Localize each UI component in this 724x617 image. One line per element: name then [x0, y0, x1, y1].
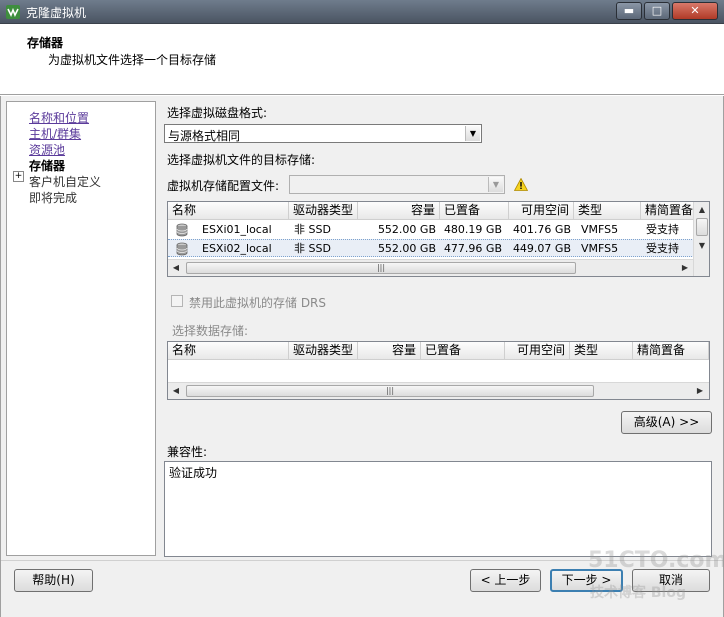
col-provisioned[interactable]: 已置备 — [440, 202, 509, 220]
compatibility-result: 验证成功 — [164, 461, 712, 557]
disk-format-value: 与源格式相同 — [168, 129, 241, 143]
select-datastore-table: 名称 驱动器类型 容量 已置备 可用空间 类型 精简置备 ◀ ||| ▶ — [167, 341, 710, 400]
scrollbar-thumb[interactable] — [696, 218, 708, 236]
window-title: 克隆虚拟机 — [26, 6, 87, 20]
col-provisioned: 已置备 — [421, 342, 505, 360]
datastore-icon — [176, 223, 188, 237]
cell-free-space: 449.07 GB — [512, 242, 571, 255]
col-thin-provisioning: 精简置备 — [633, 342, 709, 360]
cell-capacity: 552.00 GB — [377, 223, 436, 236]
col-free-space: 可用空间 — [505, 342, 570, 360]
maximize-button[interactable]: □ — [644, 2, 670, 20]
datastore-icon — [176, 242, 188, 256]
cell-free-space: 401.76 GB — [512, 223, 571, 236]
step-host-cluster[interactable]: 主机/群集 — [29, 125, 81, 142]
select-datastore-header: 名称 驱动器类型 容量 已置备 可用空间 类型 精简置备 — [168, 342, 709, 360]
wizard-steps-pane: 名称和位置 主机/群集 资源池 存储器 + 客户机自定义 即将完成 — [6, 101, 156, 556]
cell-provisioned: 480.19 GB — [443, 223, 502, 236]
cell-provisioned: 477.96 GB — [443, 242, 502, 255]
cell-drive-type: 非 SSD — [294, 223, 331, 236]
scrollbar-thumb: ||| — [186, 385, 594, 397]
col-type[interactable]: 类型 — [574, 202, 641, 220]
datastore-table-header: 名称 驱动器类型 容量 已置备 可用空间 类型 精简置备 — [168, 202, 694, 220]
col-name[interactable]: 名称 — [168, 202, 289, 220]
col-thin-provisioning[interactable]: 精简置备 — [641, 202, 694, 220]
table-row[interactable]: ESXi01_local 非 SSD 552.00 GB 480.19 GB 4… — [168, 221, 694, 239]
storage-profile-select: ▼ — [289, 175, 505, 194]
table-row-selected[interactable]: ESXi02_local 非 SSD 552.00 GB 477.96 GB 4… — [168, 239, 694, 257]
watermark-subtitle: 技术博客 Blog — [590, 585, 686, 601]
col-capacity[interactable]: 容量 — [358, 202, 440, 220]
col-type: 类型 — [570, 342, 633, 360]
scroll-right-icon: ▶ — [696, 386, 704, 395]
col-capacity: 容量 — [358, 342, 421, 360]
compatibility-value: 验证成功 — [169, 466, 218, 480]
horizontal-scrollbar[interactable]: ◀ ||| ▶ — [168, 259, 694, 276]
window-titlebar: 克隆虚拟机 ▬ □ ✕ — [0, 0, 724, 24]
cell-capacity: 552.00 GB — [377, 242, 436, 255]
target-storage-label: 选择虚拟机文件的目标存储: — [167, 153, 316, 167]
scroll-left-icon[interactable]: ◀ — [168, 260, 184, 276]
datastore-table: 名称 驱动器类型 容量 已置备 可用空间 类型 精简置备 ESXi01_loca… — [167, 201, 710, 277]
step-guest-customization: 客户机自定义 — [29, 175, 102, 189]
cell-drive-type: 非 SSD — [294, 242, 331, 255]
disable-drs-checkbox — [171, 295, 183, 307]
scroll-right-icon[interactable]: ▶ — [677, 260, 693, 276]
wizard-body: 名称和位置 主机/群集 资源池 存储器 + 客户机自定义 即将完成 选择虚拟磁盘… — [0, 96, 724, 617]
col-drive-type: 驱动器类型 — [289, 342, 358, 360]
vertical-scrollbar[interactable]: ▲ ▼ — [693, 202, 709, 276]
cell-type: VMFS5 — [581, 242, 619, 255]
compatibility-label: 兼容性: — [167, 445, 208, 459]
step-name-location[interactable]: 名称和位置 — [29, 109, 89, 126]
close-button[interactable]: ✕ — [672, 2, 718, 20]
col-drive-type[interactable]: 驱动器类型 — [289, 202, 358, 220]
scroll-up-icon[interactable]: ▲ — [694, 202, 709, 218]
col-free-space[interactable]: 可用空间 — [509, 202, 574, 220]
help-button[interactable]: 帮助(H) — [14, 569, 93, 592]
disable-drs-label: 禁用此虚拟机的存储 DRS — [189, 296, 327, 310]
chevron-down-icon: ▼ — [465, 126, 480, 141]
cell-name: ESXi01_local — [202, 223, 272, 236]
minimize-button[interactable]: ▬ — [616, 2, 642, 20]
col-name: 名称 — [168, 342, 289, 360]
advanced-button[interactable]: 高级(A) >> — [621, 411, 712, 434]
warning-icon — [514, 178, 528, 191]
horizontal-scrollbar: ◀ ||| ▶ — [168, 382, 709, 399]
step-storage: 存储器 — [29, 159, 66, 173]
disk-format-select[interactable]: 与源格式相同 ▼ — [164, 124, 482, 143]
chevron-down-icon: ▼ — [488, 177, 503, 192]
page-title: 存储器 — [27, 36, 64, 50]
vsphere-app-icon — [6, 5, 20, 19]
step-ready-to-complete: 即将完成 — [29, 191, 78, 205]
scroll-left-icon: ◀ — [172, 386, 180, 395]
expand-plus-icon[interactable]: + — [13, 171, 24, 182]
back-button[interactable]: < 上一步 — [470, 569, 541, 592]
cell-thin-provisioning: 受支持 — [646, 242, 679, 255]
cell-thin-provisioning: 受支持 — [646, 223, 679, 236]
page-subtitle: 为虚拟机文件选择一个目标存储 — [48, 53, 217, 67]
cell-name: ESXi02_local — [202, 242, 272, 255]
step-resource-pool[interactable]: 资源池 — [29, 141, 65, 158]
storage-profile-label: 虚拟机存储配置文件: — [167, 179, 280, 193]
select-datastore-label: 选择数据存储: — [172, 324, 249, 338]
scroll-down-icon[interactable]: ▼ — [694, 238, 709, 254]
disk-format-label: 选择虚拟磁盘格式: — [167, 106, 268, 120]
wizard-header: 存储器 为虚拟机文件选择一个目标存储 — [0, 24, 724, 95]
scrollbar-thumb[interactable]: ||| — [186, 262, 576, 274]
cell-type: VMFS5 — [581, 223, 619, 236]
watermark: 51CTO.com — [588, 548, 724, 573]
